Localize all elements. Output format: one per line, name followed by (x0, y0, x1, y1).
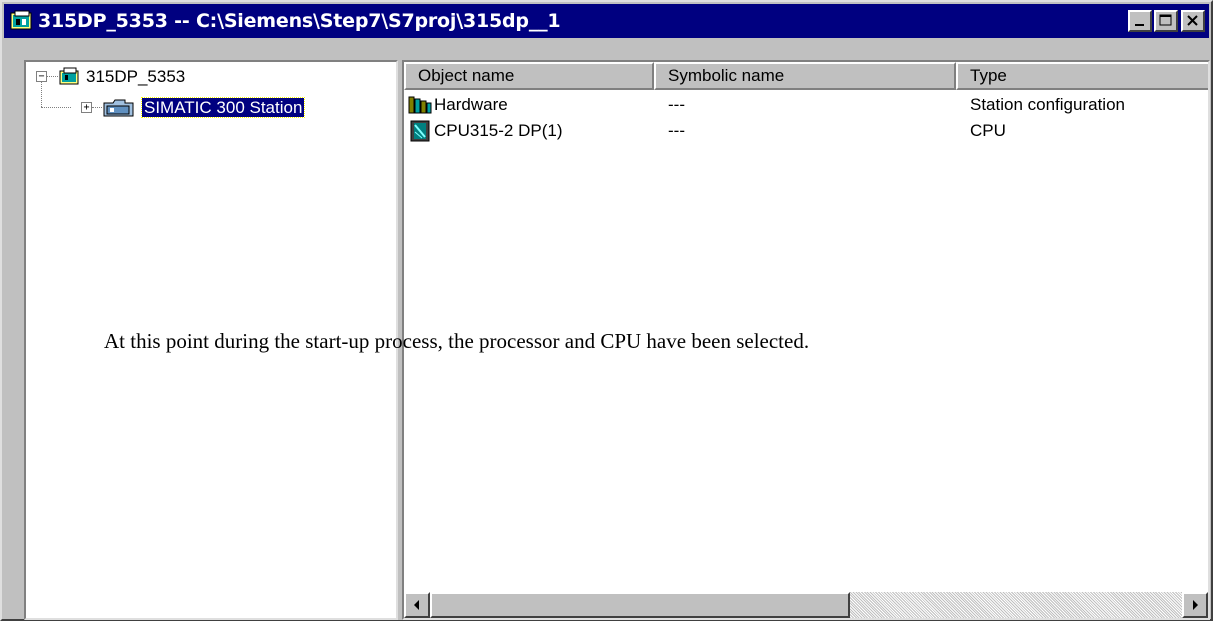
symbolic-name: --- (668, 121, 685, 140)
station-label: SIMATIC 300 Station (140, 97, 306, 118)
cpu-icon (410, 120, 430, 142)
list-item[interactable]: CPU315-2 DP(1) --- CPU (404, 118, 1194, 144)
tree-line (41, 82, 43, 107)
horizontal-scrollbar[interactable] (404, 592, 1208, 618)
tree-line (92, 107, 102, 109)
column-header-type[interactable]: Type (956, 62, 1208, 90)
scroll-right-button[interactable] (1182, 592, 1208, 618)
object-name: CPU315-2 DP(1) (434, 121, 563, 140)
simatic-manager-icon (10, 10, 32, 30)
collapse-toggle[interactable]: − (36, 71, 47, 82)
minimize-button[interactable] (1128, 10, 1152, 32)
tree-item-project[interactable]: 315DP_5353 (86, 66, 185, 88)
caption-text: At this point during the start-up proces… (104, 329, 810, 353)
list-item[interactable]: Hardware --- Station configuration (404, 92, 1194, 118)
station-icon (103, 99, 134, 117)
scroll-left-button[interactable] (404, 592, 430, 618)
project-window: 315DP_5353 -- C:\Siemens\Step7\S7proj\31… (0, 0, 1213, 621)
tree-line (46, 76, 58, 78)
window-title: 315DP_5353 -- C:\Siemens\Step7\S7proj\31… (38, 10, 561, 32)
close-icon (1187, 15, 1198, 26)
expand-toggle[interactable]: + (81, 102, 92, 113)
close-button[interactable] (1181, 10, 1205, 32)
column-header-object-name[interactable]: Object name (404, 62, 654, 90)
tree-item-station[interactable]: SIMATIC 300 Station (140, 97, 306, 119)
scroll-track[interactable] (850, 592, 1182, 618)
hardware-icon (408, 96, 432, 114)
minimize-icon (1135, 24, 1144, 26)
column-header-symbolic-name[interactable]: Symbolic name (654, 62, 956, 90)
arrow-right-icon (1193, 600, 1198, 610)
maximize-button[interactable] (1154, 10, 1178, 32)
title-bar[interactable]: 315DP_5353 -- C:\Siemens\Step7\S7proj\31… (4, 4, 1209, 38)
object-type: Station configuration (970, 95, 1125, 114)
symbolic-name: --- (668, 95, 685, 114)
scroll-thumb[interactable] (430, 592, 850, 618)
object-type: CPU (970, 121, 1006, 140)
maximize-icon (1159, 14, 1172, 26)
tree-line (41, 107, 71, 109)
arrow-left-icon (414, 600, 419, 610)
object-name: Hardware (434, 95, 508, 114)
project-icon (59, 67, 79, 85)
